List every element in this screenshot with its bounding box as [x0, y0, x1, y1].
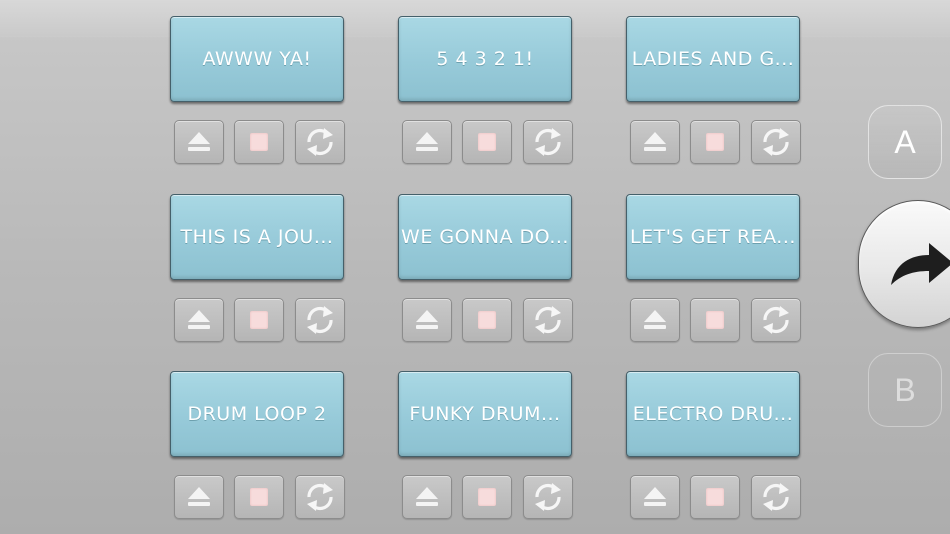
loop-icon — [303, 125, 337, 159]
eject-icon — [186, 308, 212, 332]
sample-pad[interactable]: THIS IS A JOU... — [170, 194, 344, 280]
bank-a-button[interactable]: A — [868, 105, 942, 179]
loop-button[interactable] — [523, 298, 573, 342]
loop-button[interactable] — [295, 475, 345, 519]
sample-pad[interactable]: 5 4 3 2 1! — [398, 16, 572, 102]
stop-button[interactable] — [234, 120, 284, 164]
stop-icon — [250, 488, 268, 506]
stop-button[interactable] — [234, 298, 284, 342]
stop-button[interactable] — [462, 298, 512, 342]
eject-icon — [642, 485, 668, 509]
loop-icon — [531, 125, 565, 159]
eject-button[interactable] — [402, 475, 452, 519]
loop-button[interactable] — [295, 120, 345, 164]
eject-icon — [186, 130, 212, 154]
loop-button[interactable] — [295, 298, 345, 342]
eject-icon — [642, 308, 668, 332]
sample-pad-label: AWWW YA! — [202, 48, 312, 70]
sample-pad[interactable]: LADIES AND G... — [626, 16, 800, 102]
loop-button[interactable] — [523, 120, 573, 164]
sample-pad[interactable]: LET'S GET REA... — [626, 194, 800, 280]
stop-icon — [706, 133, 724, 151]
stop-icon — [478, 488, 496, 506]
eject-button[interactable] — [630, 298, 680, 342]
loop-icon — [531, 303, 565, 337]
bank-b-button[interactable]: B — [868, 353, 942, 427]
stop-icon — [706, 488, 724, 506]
loop-icon — [759, 125, 793, 159]
loop-button[interactable] — [751, 298, 801, 342]
sample-pad-label: THIS IS A JOU... — [180, 226, 334, 248]
loop-icon — [303, 480, 337, 514]
sample-pad[interactable]: DRUM LOOP 2 — [170, 371, 344, 457]
sample-pad[interactable]: FUNKY DRUM... — [398, 371, 572, 457]
stop-icon — [250, 311, 268, 329]
sample-pad-label: 5 4 3 2 1! — [436, 48, 534, 70]
sample-pad[interactable]: ELECTRO DRU... — [626, 371, 800, 457]
stop-button[interactable] — [690, 298, 740, 342]
loop-icon — [759, 480, 793, 514]
eject-button[interactable] — [174, 298, 224, 342]
sample-pad-label: ELECTRO DRU... — [632, 403, 794, 425]
loop-button[interactable] — [751, 120, 801, 164]
stop-icon — [478, 311, 496, 329]
stop-icon — [706, 311, 724, 329]
eject-icon — [414, 308, 440, 332]
stop-button[interactable] — [462, 120, 512, 164]
eject-icon — [414, 130, 440, 154]
sample-pad-label: FUNKY DRUM... — [409, 403, 561, 425]
stop-icon — [478, 133, 496, 151]
stop-button[interactable] — [234, 475, 284, 519]
share-arrow-icon — [891, 243, 950, 285]
loop-icon — [303, 303, 337, 337]
eject-icon — [642, 130, 668, 154]
bank-b-label: B — [894, 371, 916, 408]
eject-icon — [186, 485, 212, 509]
eject-button[interactable] — [174, 475, 224, 519]
stop-button[interactable] — [690, 120, 740, 164]
sample-pad-label: WE GONNA DO... — [401, 226, 569, 248]
eject-button[interactable] — [174, 120, 224, 164]
eject-button[interactable] — [630, 475, 680, 519]
stop-button[interactable] — [690, 475, 740, 519]
bank-a-label: A — [894, 123, 916, 160]
loop-icon — [531, 480, 565, 514]
loop-icon — [759, 303, 793, 337]
eject-icon — [414, 485, 440, 509]
eject-button[interactable] — [402, 298, 452, 342]
sample-pad[interactable]: WE GONNA DO... — [398, 194, 572, 280]
switch-bank-button[interactable] — [858, 200, 950, 328]
loop-button[interactable] — [523, 475, 573, 519]
sample-pad-label: LET'S GET REA... — [630, 226, 796, 248]
sample-pad[interactable]: AWWW YA! — [170, 16, 344, 102]
sample-pad-label: DRUM LOOP 2 — [187, 403, 327, 425]
eject-button[interactable] — [630, 120, 680, 164]
loop-button[interactable] — [751, 475, 801, 519]
stop-button[interactable] — [462, 475, 512, 519]
eject-button[interactable] — [402, 120, 452, 164]
sample-pad-label: LADIES AND G... — [631, 48, 795, 70]
stop-icon — [250, 133, 268, 151]
